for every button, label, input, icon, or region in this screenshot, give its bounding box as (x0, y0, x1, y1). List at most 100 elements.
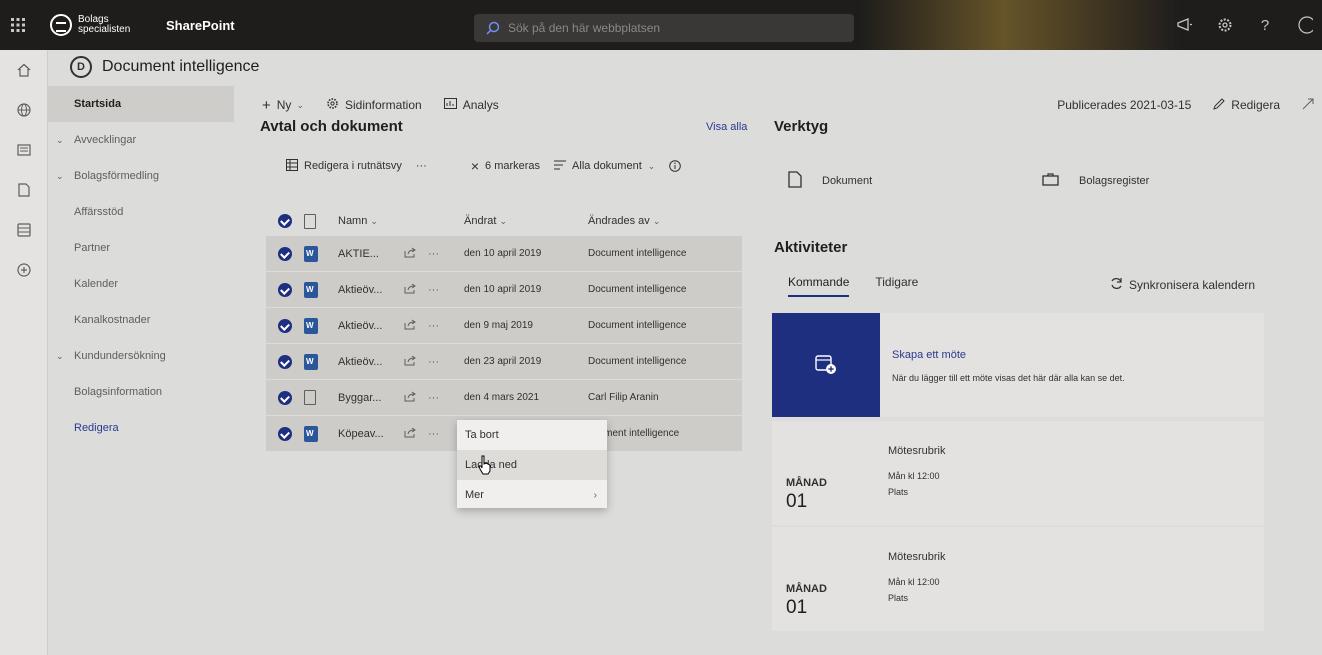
expand-icon[interactable] (1302, 98, 1314, 113)
sync-calendar-button[interactable]: Synkronisera kalendern (1110, 277, 1255, 293)
hand-cursor-icon (478, 455, 491, 475)
search-box[interactable]: Sök på den här webbplatsen (474, 14, 854, 42)
event-card[interactable]: MÅNAD 01 Mötesrubrik Mån kl 12:00 Plats (772, 527, 1264, 631)
chevron-down-icon[interactable]: ⌄ (56, 135, 70, 146)
file-name[interactable]: Aktieöv... (338, 320, 404, 332)
create-icon[interactable] (0, 250, 48, 290)
file-name[interactable]: Aktieöv... (338, 356, 404, 368)
nav-item[interactable]: ⌄ Avvecklingar (48, 122, 234, 158)
megaphone-icon[interactable] (1176, 16, 1194, 34)
event-title[interactable]: Mötesrubrik (888, 551, 945, 563)
globe-icon[interactable] (0, 90, 48, 130)
files-icon[interactable] (0, 170, 48, 210)
nav-item[interactable]: Affärsstöd (48, 194, 234, 230)
create-meeting-card[interactable]: Skapa ett möte När du lägger till ett mö… (772, 313, 1264, 417)
new-button[interactable]: + Ny ⌄ (262, 97, 304, 114)
column-header-name[interactable]: Namn ⌄ (338, 215, 464, 227)
table-row[interactable]: Byggar... ··· den 4 mars 2021 Carl Filip Ar… (266, 380, 742, 416)
edit-page-button[interactable]: Redigera (1213, 97, 1280, 113)
nav-item[interactable]: ⌄ Kundundersökning (48, 338, 234, 374)
row-checkbox[interactable] (266, 390, 304, 405)
share-icon[interactable] (404, 319, 428, 333)
event-card[interactable]: MÅNAD 01 Mötesrubrik Mån kl 12:00 Plats (772, 421, 1264, 525)
brand-logo-link[interactable]: Bolags specialisten (50, 14, 138, 36)
help-icon[interactable]: ? (1256, 16, 1274, 34)
table-row[interactable]: AKTIE... ···den 10 april 2019 Document int… (266, 236, 742, 272)
file-name[interactable]: AKTIE... (338, 248, 404, 260)
tab-past[interactable]: Tidigare (875, 275, 918, 297)
new-label: Ny (276, 98, 292, 112)
lists-icon[interactable] (0, 210, 48, 250)
row-checkbox[interactable] (266, 354, 304, 369)
share-icon[interactable] (404, 283, 428, 297)
chevron-down-icon[interactable]: ⌄ (56, 171, 70, 182)
share-icon[interactable] (404, 391, 428, 405)
analytics-button[interactable]: Analys (443, 98, 499, 112)
row-checkbox[interactable] (266, 318, 304, 333)
more-actions-icon[interactable]: ··· (428, 320, 464, 332)
site-title[interactable]: Document intelligence (102, 58, 259, 76)
more-actions-icon[interactable]: ··· (428, 284, 464, 296)
create-meeting-description: När du lägger till ett möte visas det hä… (892, 373, 1125, 383)
select-all-checkbox[interactable] (266, 214, 304, 228)
modified-by: Document intelligence (588, 356, 687, 367)
edit-grid-button[interactable]: Redigera i rutnätsvy (286, 158, 402, 174)
nav-item[interactable]: Startsida (48, 86, 234, 122)
nav-item-label: Avvecklingar (74, 134, 137, 146)
chevron-down-icon[interactable]: ⌄ (56, 351, 70, 362)
tool-registry[interactable]: Bolagsregister (1042, 166, 1149, 196)
library-title[interactable]: Avtal och dokument (260, 118, 403, 135)
file-name[interactable]: Aktieöv... (338, 284, 404, 296)
app-name-link[interactable]: SharePoint (166, 18, 235, 33)
column-header-modified-by[interactable]: Ändrades av ⌄ (588, 215, 738, 227)
table-row[interactable]: Aktieöv... ···den 9 maj 2019 Document inte… (266, 308, 742, 344)
command-bar-right: Publicerades 2021-03-15 Redigera (1057, 97, 1314, 113)
menu-item-more[interactable]: Mer › (457, 480, 607, 510)
nav-item[interactable]: Partner (48, 230, 234, 266)
create-meeting-link[interactable]: Skapa ett möte (892, 349, 966, 361)
view-all-link[interactable]: Visa alla (706, 121, 747, 133)
share-icon[interactable] (404, 427, 428, 441)
menu-item-delete[interactable]: Ta bort (457, 420, 607, 450)
site-navigation: Startsida ⌄ Avvecklingar ⌄ Bolagsförmedling A… (48, 86, 234, 655)
file-name[interactable]: Köpeav... (338, 428, 404, 440)
nav-item[interactable]: Kanalkostnader (48, 302, 234, 338)
more-actions-icon[interactable]: ··· (428, 392, 464, 404)
column-header-modified[interactable]: Ändrat ⌄ (464, 215, 588, 227)
settings-gear-icon[interactable] (1216, 16, 1234, 34)
word-file-icon (304, 245, 318, 262)
share-icon[interactable] (404, 247, 428, 261)
share-icon[interactable] (404, 355, 428, 369)
tool-documents[interactable]: Dokument (788, 166, 872, 196)
news-icon[interactable] (0, 130, 48, 170)
modified-by: ocument intelligence (588, 428, 680, 439)
nav-item[interactable]: Bolagsinformation (48, 374, 234, 410)
nav-item[interactable]: Redigera (48, 410, 234, 446)
nav-item[interactable]: ⌄ Bolagsförmedling (48, 158, 234, 194)
row-checkbox[interactable] (266, 246, 304, 261)
nav-item-label: Bolagsförmedling (74, 170, 159, 182)
info-icon[interactable] (669, 160, 682, 172)
row-checkbox[interactable] (266, 282, 304, 297)
site-logo[interactable]: D (70, 56, 92, 78)
avatar[interactable] (1296, 16, 1314, 34)
page-details-button[interactable]: Sidinformation (326, 97, 422, 113)
table-row[interactable]: Aktieöv... ···den 10 april 2019 Document i… (266, 272, 742, 308)
more-actions-icon[interactable]: ··· (428, 356, 464, 368)
tab-upcoming[interactable]: Kommande (788, 275, 850, 297)
document-table: Namn ⌄ Ändrat ⌄ Ändrades av ⌄ AKTIE... ··… (266, 206, 742, 452)
row-checkbox[interactable] (266, 426, 304, 441)
file-type-header[interactable] (304, 213, 338, 229)
view-switcher[interactable]: Alla dokument ⌄ (554, 160, 655, 173)
app-launcher-icon[interactable] (0, 0, 36, 50)
file-name[interactable]: Byggar... (338, 392, 404, 404)
home-icon[interactable] (0, 50, 48, 90)
nav-item[interactable]: Kalender (48, 266, 234, 302)
more-actions-icon[interactable]: ··· (428, 248, 464, 260)
event-title[interactable]: Mötesrubrik (888, 445, 945, 457)
brand-line-2: specialisten (78, 24, 131, 35)
event-month: MÅNAD (786, 583, 827, 595)
more-actions-icon[interactable]: ··· (416, 160, 427, 172)
clear-selection-button[interactable]: × 6 markeras (471, 158, 540, 174)
table-row[interactable]: Aktieöv... ···den 23 april 2019 Document i… (266, 344, 742, 380)
